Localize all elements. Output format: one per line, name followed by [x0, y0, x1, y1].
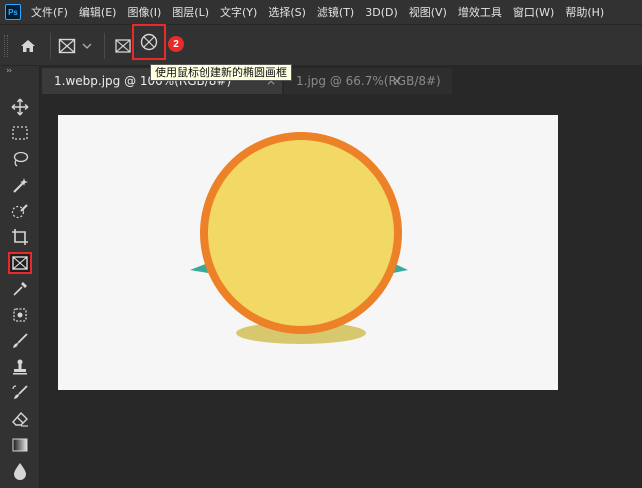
menu-image[interactable]: 图像(I)	[127, 4, 161, 20]
clone-stamp-icon	[13, 359, 27, 375]
menu-select[interactable]: 选择(S)	[268, 4, 306, 20]
crop-tool-icon	[12, 229, 28, 245]
crop-tool[interactable]	[8, 226, 32, 248]
gradient-tool[interactable]	[8, 434, 32, 456]
options-separator	[50, 33, 51, 59]
patch-tool-icon	[13, 308, 27, 322]
tab-label: 1.jpg @ 66.7%(RGB/8#)	[296, 74, 441, 88]
menu-plugins[interactable]: 增效工具	[458, 4, 502, 20]
move-tool-icon	[11, 98, 29, 116]
blur-tool[interactable]	[8, 460, 32, 482]
magic-wand-icon	[13, 178, 28, 193]
brush-tool-icon	[13, 333, 28, 348]
tool-preset-picker[interactable]	[58, 35, 100, 57]
menu-3d[interactable]: 3D(D)	[365, 6, 398, 19]
toolbox: ››	[0, 66, 40, 488]
quick-selection-icon	[11, 204, 28, 219]
lasso-tool-icon	[13, 151, 29, 167]
marquee-tool-icon	[12, 126, 28, 140]
canvas-image	[190, 132, 408, 344]
brush-tool[interactable]	[8, 330, 32, 352]
rectangular-frame-button[interactable]	[112, 35, 134, 57]
lasso-tool[interactable]	[8, 148, 32, 170]
tooltip: 使用鼠标创建新的椭圆画框	[150, 64, 292, 81]
home-button[interactable]	[16, 35, 40, 57]
blur-tool-icon	[14, 463, 26, 480]
chevron-down-icon	[82, 43, 92, 49]
document-canvas[interactable]	[58, 115, 558, 390]
frame-tool[interactable]	[8, 252, 32, 274]
photoshop-logo[interactable]: Ps	[5, 4, 21, 20]
menu-window[interactable]: 窗口(W)	[513, 4, 554, 20]
home-icon	[21, 40, 35, 52]
menu-help[interactable]: 帮助(H)	[565, 4, 604, 20]
options-bar-grip[interactable]	[4, 35, 8, 57]
tab-document-2[interactable]: 1.jpg @ 66.7%(RGB/8#)	[284, 68, 452, 94]
options-separator	[104, 33, 105, 59]
quick-selection-tool[interactable]	[8, 200, 32, 222]
toolbox-collapse-icon[interactable]: ››	[6, 66, 12, 76]
eraser-icon	[12, 411, 28, 427]
menu-type[interactable]: 文字(Y)	[220, 4, 257, 20]
menu-edit[interactable]: 编辑(E)	[79, 4, 117, 20]
document-tab-bar: 1.webp.jpg @ 100%(RGB/8#) × 1.jpg @ 66.7…	[40, 66, 642, 94]
eyedropper-tool[interactable]	[8, 278, 32, 300]
circle-fill	[208, 140, 394, 326]
marquee-tool[interactable]	[8, 122, 32, 144]
menu-file[interactable]: 文件(F)	[31, 4, 68, 20]
rectangular-frame-icon	[115, 39, 131, 53]
menu-filter[interactable]: 滤镜(T)	[317, 4, 354, 20]
elliptical-frame-icon	[140, 33, 158, 51]
step-badge-2: 2	[168, 36, 184, 52]
gradient-tool-icon	[12, 438, 28, 452]
eraser-tool[interactable]	[8, 408, 32, 430]
magic-wand-tool[interactable]	[8, 174, 32, 196]
menu-view[interactable]: 视图(V)	[409, 4, 447, 20]
history-brush-icon	[12, 385, 28, 399]
history-brush-tool[interactable]	[8, 382, 32, 404]
frame-tool-preset-icon	[58, 38, 76, 54]
move-tool[interactable]	[8, 96, 32, 118]
elliptical-frame-button[interactable]	[132, 24, 166, 60]
frame-tool-icon	[12, 256, 28, 270]
options-bar	[0, 24, 642, 66]
tab-close-icon[interactable]: ×	[392, 74, 402, 88]
menu-bar: Ps 文件(F) 编辑(E) 图像(I) 图层(L) 文字(Y) 选择(S) 滤…	[0, 0, 642, 24]
patch-tool[interactable]	[8, 304, 32, 326]
eyedropper-icon	[13, 282, 27, 296]
clone-stamp-tool[interactable]	[8, 356, 32, 378]
menu-layer[interactable]: 图层(L)	[172, 4, 209, 20]
